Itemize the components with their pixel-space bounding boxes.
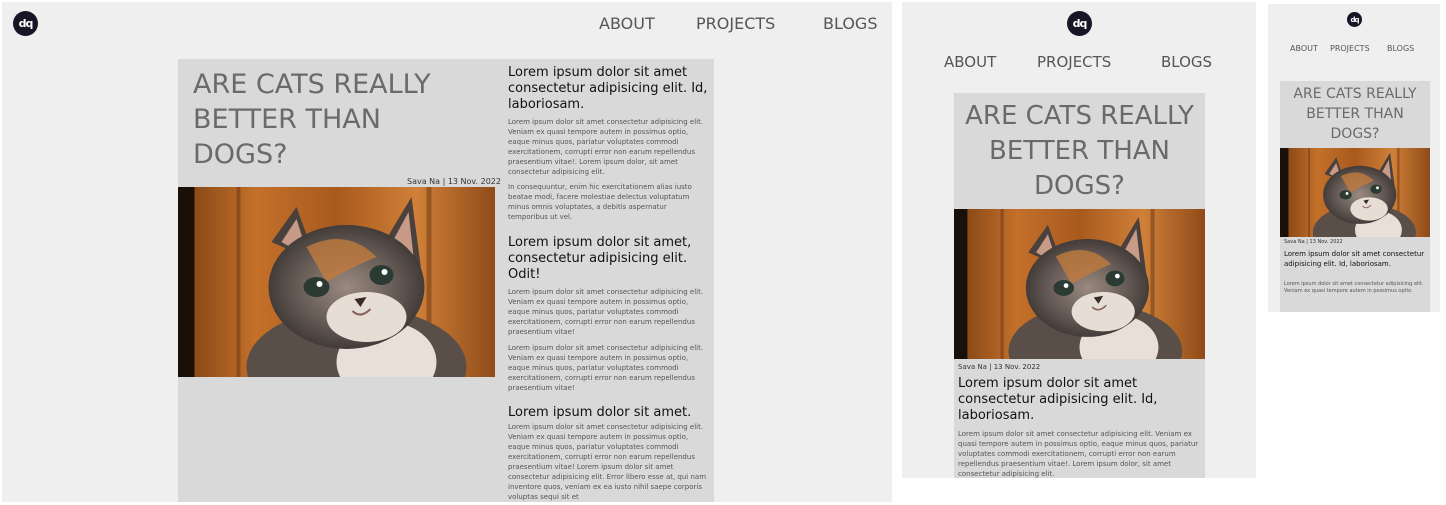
kitten-photo: [1280, 148, 1430, 237]
section-paragraph: Lorem ipsum dolor sit amet consectetur a…: [508, 344, 704, 392]
section-paragraph: Lorem ipsum dolor sit amet consectetur a…: [508, 118, 704, 176]
kitten-photo: [954, 209, 1205, 359]
section-paragraph: Lorem ipsum dolor sit amet consectetur a…: [508, 288, 704, 336]
article-title: ARE CATS REALLY BETTER THAN DOGS?: [1293, 86, 1417, 142]
logo[interactable]: dq: [13, 11, 38, 36]
desktop-view: dq ABOUT PROJECTS BLOGS ARE CATS REALLY …: [2, 2, 892, 502]
logo[interactable]: dq: [1347, 12, 1362, 27]
section-heading: Lorem ipsum dolor sit amet consectetur a…: [508, 65, 708, 112]
nav-about[interactable]: ABOUT: [1290, 44, 1318, 53]
mobile-view: dq ABOUT PROJECTS BLOGS ARE CATS REALLY …: [1268, 4, 1440, 312]
section-paragraph: Lorem ipsum dolor sit amet consectetur a…: [1284, 281, 1424, 294]
article-title: ARE CATS REALLY BETTER THAN DOGS?: [965, 101, 1194, 201]
section-heading: Lorem ipsum dolor sit amet.: [508, 405, 692, 420]
nav-projects[interactable]: PROJECTS: [696, 14, 775, 33]
article-title: ARE CATS REALLY BETTER THAN DOGS?: [193, 69, 431, 170]
section-paragraph: Lorem ipsum dolor sit amet consectetur a…: [508, 423, 707, 501]
nav-about[interactable]: ABOUT: [599, 14, 655, 33]
logo[interactable]: dq: [1067, 11, 1092, 36]
article-card: ARE CATS REALLY BETTER THAN DOGS? Sava N…: [178, 59, 714, 502]
section-paragraph: Lorem ipsum dolor sit amet consectetur a…: [958, 430, 1199, 478]
article-meta: Sava Na | 13 Nov. 2022: [1284, 239, 1343, 245]
section-heading: Lorem ipsum dolor sit amet consectetur a…: [1284, 250, 1425, 268]
article-card: ARE CATS REALLY BETTER THAN DOGS? Sava N…: [954, 93, 1205, 478]
article-card: ARE CATS REALLY BETTER THAN DOGS? Sava N…: [1280, 81, 1430, 312]
nav-projects[interactable]: PROJECTS: [1330, 44, 1370, 53]
nav-projects[interactable]: PROJECTS: [1037, 53, 1111, 71]
nav-about[interactable]: ABOUT: [944, 53, 996, 71]
section-heading: Lorem ipsum dolor sit amet, consectetur …: [508, 235, 692, 282]
tablet-view: dq ABOUT PROJECTS BLOGS ARE CATS REALLY …: [902, 2, 1256, 478]
section-paragraph: In consequuntur, enim hic exercitationem…: [508, 183, 692, 221]
section-heading: Lorem ipsum dolor sit amet consectetur a…: [958, 376, 1158, 423]
nav-blogs[interactable]: BLOGS: [1387, 44, 1414, 53]
nav-blogs[interactable]: BLOGS: [1161, 53, 1212, 71]
article-meta: Sava Na | 13 Nov. 2022: [958, 363, 1041, 371]
article-meta: Sava Na | 13 Nov. 2022: [407, 177, 501, 186]
nav-blogs[interactable]: BLOGS: [823, 14, 877, 33]
kitten-photo: [178, 187, 495, 377]
